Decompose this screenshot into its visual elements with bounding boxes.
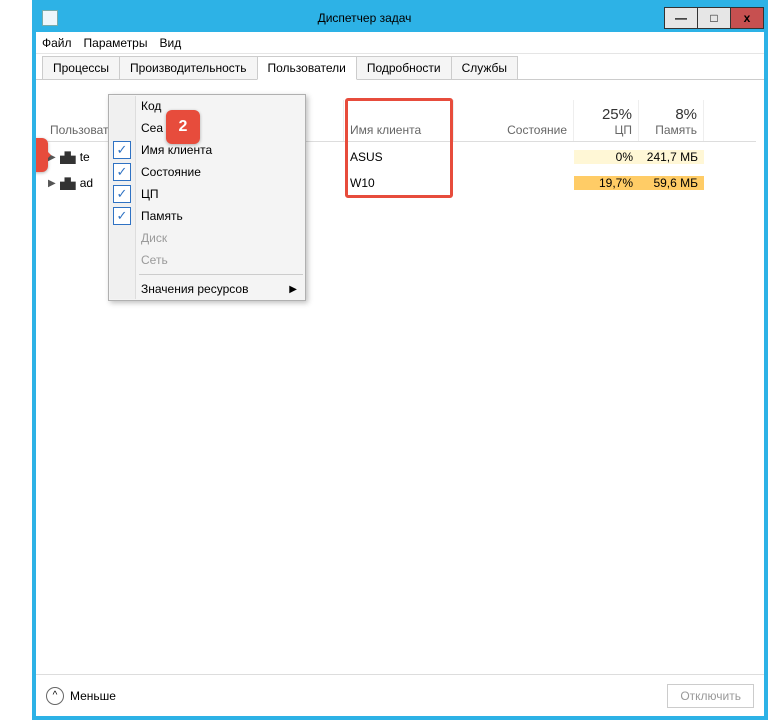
tab-services[interactable]: Службы xyxy=(451,56,518,79)
ctx-item-resources[interactable]: Значения ресурсов ▶ xyxy=(109,278,305,300)
tab-users[interactable]: Пользователи xyxy=(257,56,357,80)
col-state-header[interactable]: Состояние xyxy=(454,100,574,141)
ctx-item-net[interactable]: Сеть xyxy=(109,249,305,271)
tab-performance[interactable]: Производительность xyxy=(119,56,257,79)
column-context-menu: Код Сеа ✓ Имя клиента ✓ Состояние ✓ ЦП ✓… xyxy=(108,94,306,301)
footer: ^ Меньше Отключить xyxy=(36,674,764,716)
disconnect-button[interactable]: Отключить xyxy=(667,684,754,708)
client-cell: W10 xyxy=(344,176,454,190)
fewer-details-label: Меньше xyxy=(70,689,116,703)
cpu-percent: 25% xyxy=(602,106,632,123)
fewer-details-button[interactable]: ^ Меньше xyxy=(46,687,116,705)
client-cell: ASUS xyxy=(344,150,454,164)
cpu-cell: 19,7% xyxy=(574,176,639,190)
cpu-label: ЦП xyxy=(614,123,632,137)
user-name: ad xyxy=(80,176,93,190)
check-icon: ✓ xyxy=(113,207,131,225)
ctx-item-disk[interactable]: Диск xyxy=(109,227,305,249)
mem-percent: 8% xyxy=(675,106,697,123)
titlebar: Диспетчер задач — □ x xyxy=(36,4,764,32)
minimize-button[interactable]: — xyxy=(664,7,698,29)
chevron-up-icon: ^ xyxy=(46,687,64,705)
ctx-item-mem[interactable]: ✓ Память xyxy=(109,205,305,227)
col-mem-header[interactable]: 8% Память xyxy=(639,100,704,141)
ctx-item-sea[interactable]: Сеа xyxy=(109,117,305,139)
check-icon: ✓ xyxy=(113,185,131,203)
window-controls: — □ x xyxy=(665,7,764,29)
window-title: Диспетчер задач xyxy=(64,11,665,25)
user-name: te xyxy=(80,150,90,164)
annotation-callout-1: 1 xyxy=(36,138,48,172)
close-button[interactable]: x xyxy=(730,7,764,29)
annotation-callout-2: 2 xyxy=(166,110,200,144)
task-manager-window: Диспетчер задач — □ x Файл Параметры Вид… xyxy=(32,0,768,720)
user-icon xyxy=(60,150,76,164)
mem-cell: 241,7 МБ xyxy=(639,150,704,164)
user-icon xyxy=(60,176,76,190)
expand-icon[interactable]: ▶ xyxy=(48,178,56,189)
menubar: Файл Параметры Вид xyxy=(36,32,764,54)
tab-strip: Процессы Производительность Пользователи… xyxy=(36,54,764,80)
ctx-item-kod[interactable]: Код xyxy=(109,95,305,117)
cpu-cell: 0% xyxy=(574,150,639,164)
ctx-item-cpu[interactable]: ✓ ЦП xyxy=(109,183,305,205)
content-area: Пользоват Имя клиента Состояние 25% ЦП 8… xyxy=(36,80,764,674)
menu-view[interactable]: Вид xyxy=(159,36,181,50)
col-client-header[interactable]: Имя клиента xyxy=(344,100,454,141)
check-icon: ✓ xyxy=(113,163,131,181)
menu-options[interactable]: Параметры xyxy=(84,36,148,50)
tab-processes[interactable]: Процессы xyxy=(42,56,120,79)
col-cpu-header[interactable]: 25% ЦП xyxy=(574,100,639,141)
app-icon xyxy=(42,10,58,26)
mem-cell: 59,6 МБ xyxy=(639,176,704,190)
ctx-item-client[interactable]: ✓ Имя клиента xyxy=(109,139,305,161)
mem-label: Память xyxy=(655,123,697,137)
tab-details[interactable]: Подробности xyxy=(356,56,452,79)
submenu-arrow-icon: ▶ xyxy=(289,284,297,295)
ctx-item-state[interactable]: ✓ Состояние xyxy=(109,161,305,183)
maximize-button[interactable]: □ xyxy=(697,7,731,29)
menu-file[interactable]: Файл xyxy=(42,36,72,50)
check-icon: ✓ xyxy=(113,141,131,159)
ctx-separator xyxy=(139,274,303,275)
